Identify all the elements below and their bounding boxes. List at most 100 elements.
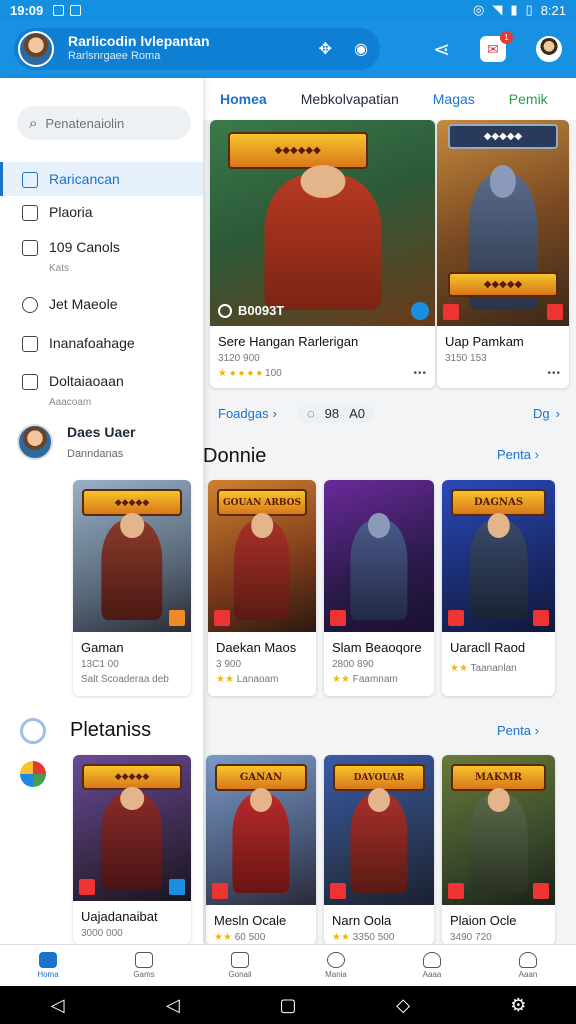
user-row[interactable]: Daes Uaer Danndanas (17, 424, 136, 460)
see-all-link[interactable]: Penta › (497, 447, 539, 462)
game-logo: GOUAN ARBOS (216, 489, 308, 517)
card-title: Uap Pamkam (445, 334, 524, 349)
platform-icon (169, 610, 185, 626)
game-card[interactable]: DAGNAS Uaracll Raod ★★ Taananlan (442, 480, 555, 696)
home-icon (39, 952, 57, 968)
nav-games[interactable]: Gams (96, 945, 192, 986)
game-art: ◆◆◆◆◆ ◆◆◆◆◆ (437, 120, 569, 326)
notification-badge: 1 (500, 31, 513, 44)
more-icon[interactable]: ••• (413, 368, 427, 379)
user-avatar[interactable] (536, 36, 562, 62)
sidebar-item-downloads[interactable]: Doltaiaoaan Aaacoam (0, 373, 203, 408)
nav-label: Gonail (228, 970, 252, 979)
filter-bar: Foadgas › ◌ 98 A0 Dg › (203, 398, 576, 428)
search-placeholder: Penatenaiolin (45, 115, 125, 131)
sidebar-item-home[interactable]: Raricancan (0, 162, 203, 196)
game-logo: ◆◆◆◆◆ (447, 272, 559, 298)
back-icon[interactable]: ◁ (143, 995, 203, 1016)
game-card[interactable]: ◆◆◆◆◆ Uajadanaibat 3000 000 (73, 755, 191, 944)
nav-profile[interactable]: Aaaa (384, 945, 480, 986)
game-card[interactable]: GANAN Mesln Ocale ★★ 60 500 (206, 755, 316, 945)
person-icon (423, 952, 441, 968)
chevron-right-icon[interactable]: › (273, 406, 277, 421)
tab-premium[interactable]: Pemik (492, 91, 565, 107)
section-title: Donnie (203, 445, 267, 467)
sidebar-item-games[interactable]: 109 Canols Kats (0, 239, 203, 274)
sidebar-item-management[interactable]: Inanafoahage (0, 335, 203, 352)
card-title: Sere Hangan Rarlerigan (218, 334, 359, 349)
sidebar-item-label: 109 Canols (49, 239, 120, 255)
card-meta: 3 900 (216, 659, 242, 670)
sidebar-item-label: Inanafoahage (49, 335, 135, 351)
filter-link[interactable]: Foadgas (218, 406, 269, 421)
game-card[interactable]: DAVOUAR Narn Oola ★★ 3350 500 (324, 755, 434, 945)
section-title: Pletaniss (70, 719, 152, 741)
nav-mania[interactable]: Mania (288, 945, 384, 986)
card-meta: 3350 500 (352, 932, 395, 943)
signal-icon: ▮ (510, 2, 518, 17)
platform-icon (533, 883, 549, 899)
back-icon[interactable]: ◁ (28, 995, 88, 1016)
game-logo: DAVOUAR (332, 764, 426, 791)
badge-icon (327, 952, 345, 968)
play-icon[interactable] (218, 303, 232, 318)
card-title: Uaracll Raod (450, 640, 526, 655)
title-pill[interactable]: Rarlicodin lvlepantan Rarlsnrgaee Roma ✥… (14, 28, 380, 70)
check-icon (22, 374, 38, 390)
search-input[interactable]: ⌕ Penatenaiolin (17, 106, 191, 140)
game-logo: ◆◆◆◆◆ (82, 763, 182, 791)
gamepad-icon[interactable]: ✥ (319, 39, 332, 59)
sidebar-item-platform[interactable]: Plaoria (0, 204, 203, 221)
filter-chips[interactable]: ◌ 98 A0 (296, 403, 376, 423)
featured-card[interactable]: ◆◆◆◆◆◆ B0093T Sere Hangan Rarlerigan 312… (210, 120, 435, 388)
square-icon (22, 205, 38, 221)
game-logo: ◆◆◆◆◆ (82, 489, 182, 517)
age-rating-icon (330, 883, 346, 899)
more-icon[interactable]: ••• (547, 368, 561, 379)
age-rating-icon (448, 610, 464, 626)
comment-count: 98 (324, 405, 340, 421)
game-card[interactable]: MAKMR Plaion Ocle 3490 720 (442, 755, 555, 945)
app-bar: Rarlicodin lvlepantan Rarlsnrgaee Roma ✥… (0, 20, 576, 78)
game-logo: ◆◆◆◆◆ (447, 124, 559, 149)
game-card[interactable]: Slam Beaoqore 2800 890 ★★ Faamnam (324, 480, 434, 696)
card-title: Narn Oola (332, 913, 392, 928)
tab-bar: Homea Mebkolvapatian Magas Pemik (203, 78, 576, 120)
platform-icon (169, 879, 185, 895)
card-sub: Faamnam (352, 674, 398, 685)
card-title: Slam Beaoqore (332, 640, 422, 655)
filter-more-link[interactable]: Dg (533, 406, 550, 421)
game-art: GOUAN ARBOS (208, 480, 316, 632)
app-title: Rarlicodin lvlepantan (68, 33, 210, 49)
tab-marketplace[interactable]: Mebkolvapatian (284, 91, 416, 107)
game-card[interactable]: ◆◆◆◆◆ Gaman 13C1 00 Salt Scoaderaa deb (73, 480, 191, 696)
share-icon[interactable]: ⋖ (433, 37, 450, 62)
home-button-icon[interactable]: ▢ (258, 995, 318, 1016)
target-icon[interactable]: ◉ (354, 39, 368, 59)
age-rating-icon (443, 304, 459, 320)
age-rating-icon (448, 883, 464, 899)
assistant-icon[interactable]: ⚙ (488, 995, 548, 1016)
tab-home[interactable]: Homea (203, 91, 284, 107)
vpn-icon: ◎ (473, 2, 485, 17)
nav-home[interactable]: Homa (0, 945, 96, 986)
loading-icon (20, 718, 46, 744)
recents-icon[interactable]: ◇ (373, 995, 433, 1016)
sidebar-item-messages[interactable]: Jet Maeole (0, 296, 203, 313)
see-all-link[interactable]: Penta › (497, 723, 539, 738)
battery-icon: ▯ (525, 2, 533, 17)
profile-avatar[interactable] (18, 31, 54, 67)
folder-icon (22, 240, 38, 256)
app-subtitle: Rarlsnrgaee Roma (68, 50, 161, 62)
sidebar-item-sub: Aaacoam (49, 397, 92, 408)
account-icon (519, 952, 537, 968)
tab-maps[interactable]: Magas (416, 91, 492, 107)
nav-account[interactable]: Aaan (480, 945, 576, 986)
nav-gamepad[interactable]: Gonail (192, 945, 288, 986)
chevron-right-icon[interactable]: › (556, 406, 560, 421)
game-card[interactable]: GOUAN ARBOS Daekan Maos 3 900 ★★ Lanaoam (208, 480, 316, 696)
notifications-button[interactable]: ✉ 1 (480, 31, 513, 62)
side-drawer: ⌕ Penatenaiolin Raricancan Plaoria 109 C… (0, 78, 203, 944)
featured-card[interactable]: ◆◆◆◆◆ ◆◆◆◆◆ Uap Pamkam 3150 153 ••• (437, 120, 569, 388)
wifi-icon: ◥ (492, 2, 503, 17)
